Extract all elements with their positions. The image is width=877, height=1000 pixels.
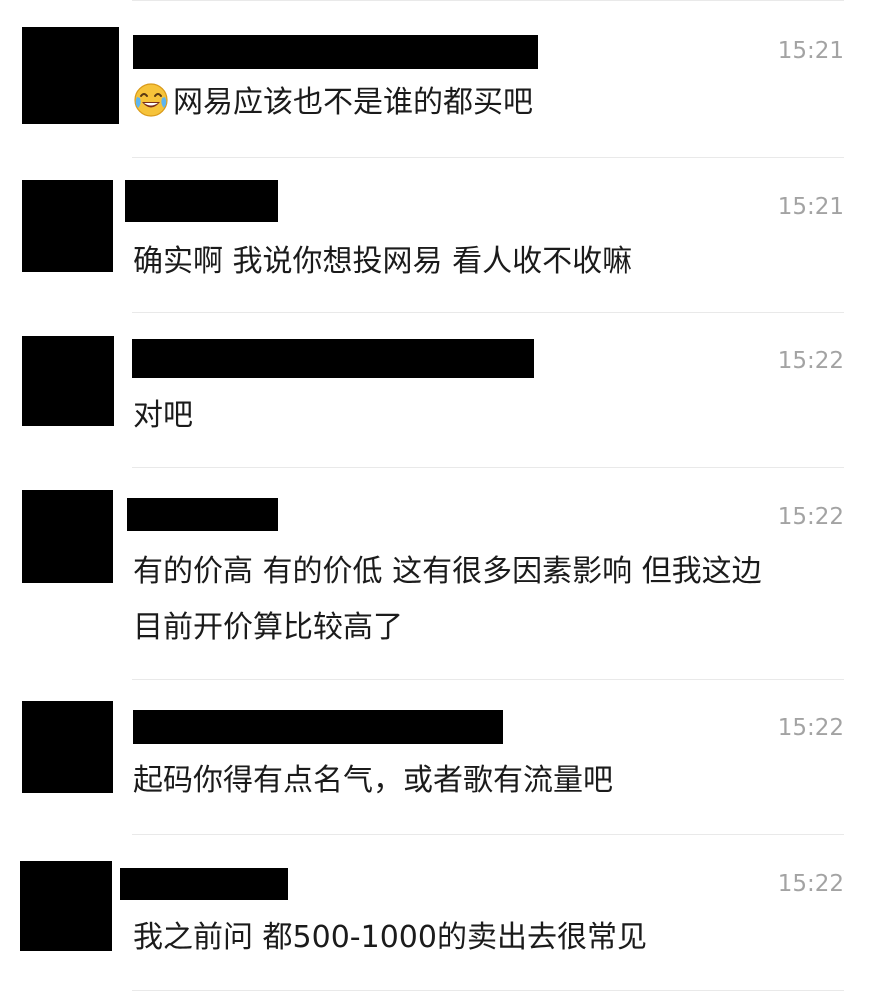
avatar[interactable] [22,27,119,124]
avatar[interactable] [22,336,114,426]
message-time: 15:22 [777,715,844,741]
message-time: 15:22 [777,348,844,374]
chat-message[interactable]: 15:21 网易应该也不是谁的都买吧 [0,0,877,157]
divider [132,990,844,991]
chat-message[interactable]: 15:22 有的价高 有的价低 这有很多因素影响 但我这边 目前开价算比较高了 [0,467,877,679]
message-text-line: 有的价高 有的价低 这有很多因素影响 但我这边 [133,554,762,589]
redacted-sender-name [133,35,538,69]
message-text: 起码你得有点名气，或者歌有流量吧 [133,763,613,798]
face-with-tears-of-joy-icon [133,82,169,118]
avatar[interactable] [20,861,112,951]
message-text: 确实啊 我说你想投网易 看人收不收嘛 [133,244,633,279]
message-text-content: 网易应该也不是谁的都买吧 [173,85,533,120]
avatar[interactable] [22,701,113,793]
redacted-sender-name [120,868,288,900]
message-time: 15:21 [777,194,844,220]
chat-message-list: 15:21 网易应该也不是谁的都买吧 15:21 确实啊 我说你想投网易 看人收… [0,0,877,1000]
chat-message[interactable]: 15:22 起码你得有点名气，或者歌有流量吧 [0,679,877,834]
message-time: 15:22 [777,504,844,530]
redacted-sender-name [127,498,278,531]
message-text: 网易应该也不是谁的都买吧 [133,76,533,129]
message-time: 15:22 [777,871,844,897]
message-time: 15:21 [777,38,844,64]
message-text: 对吧 [133,398,193,433]
redacted-sender-name [125,180,278,222]
message-text: 我之前问 都500-1000的卖出去很常见 [133,920,647,955]
redacted-sender-name [132,339,534,378]
chat-message[interactable]: 15:22 对吧 [0,312,877,467]
message-text-line: 目前开价算比较高了 [133,610,403,645]
avatar[interactable] [22,490,113,583]
chat-message[interactable]: 15:22 我之前问 都500-1000的卖出去很常见 [0,834,877,990]
redacted-sender-name [133,710,503,744]
chat-message[interactable]: 15:21 确实啊 我说你想投网易 看人收不收嘛 [0,157,877,312]
avatar[interactable] [22,180,113,272]
